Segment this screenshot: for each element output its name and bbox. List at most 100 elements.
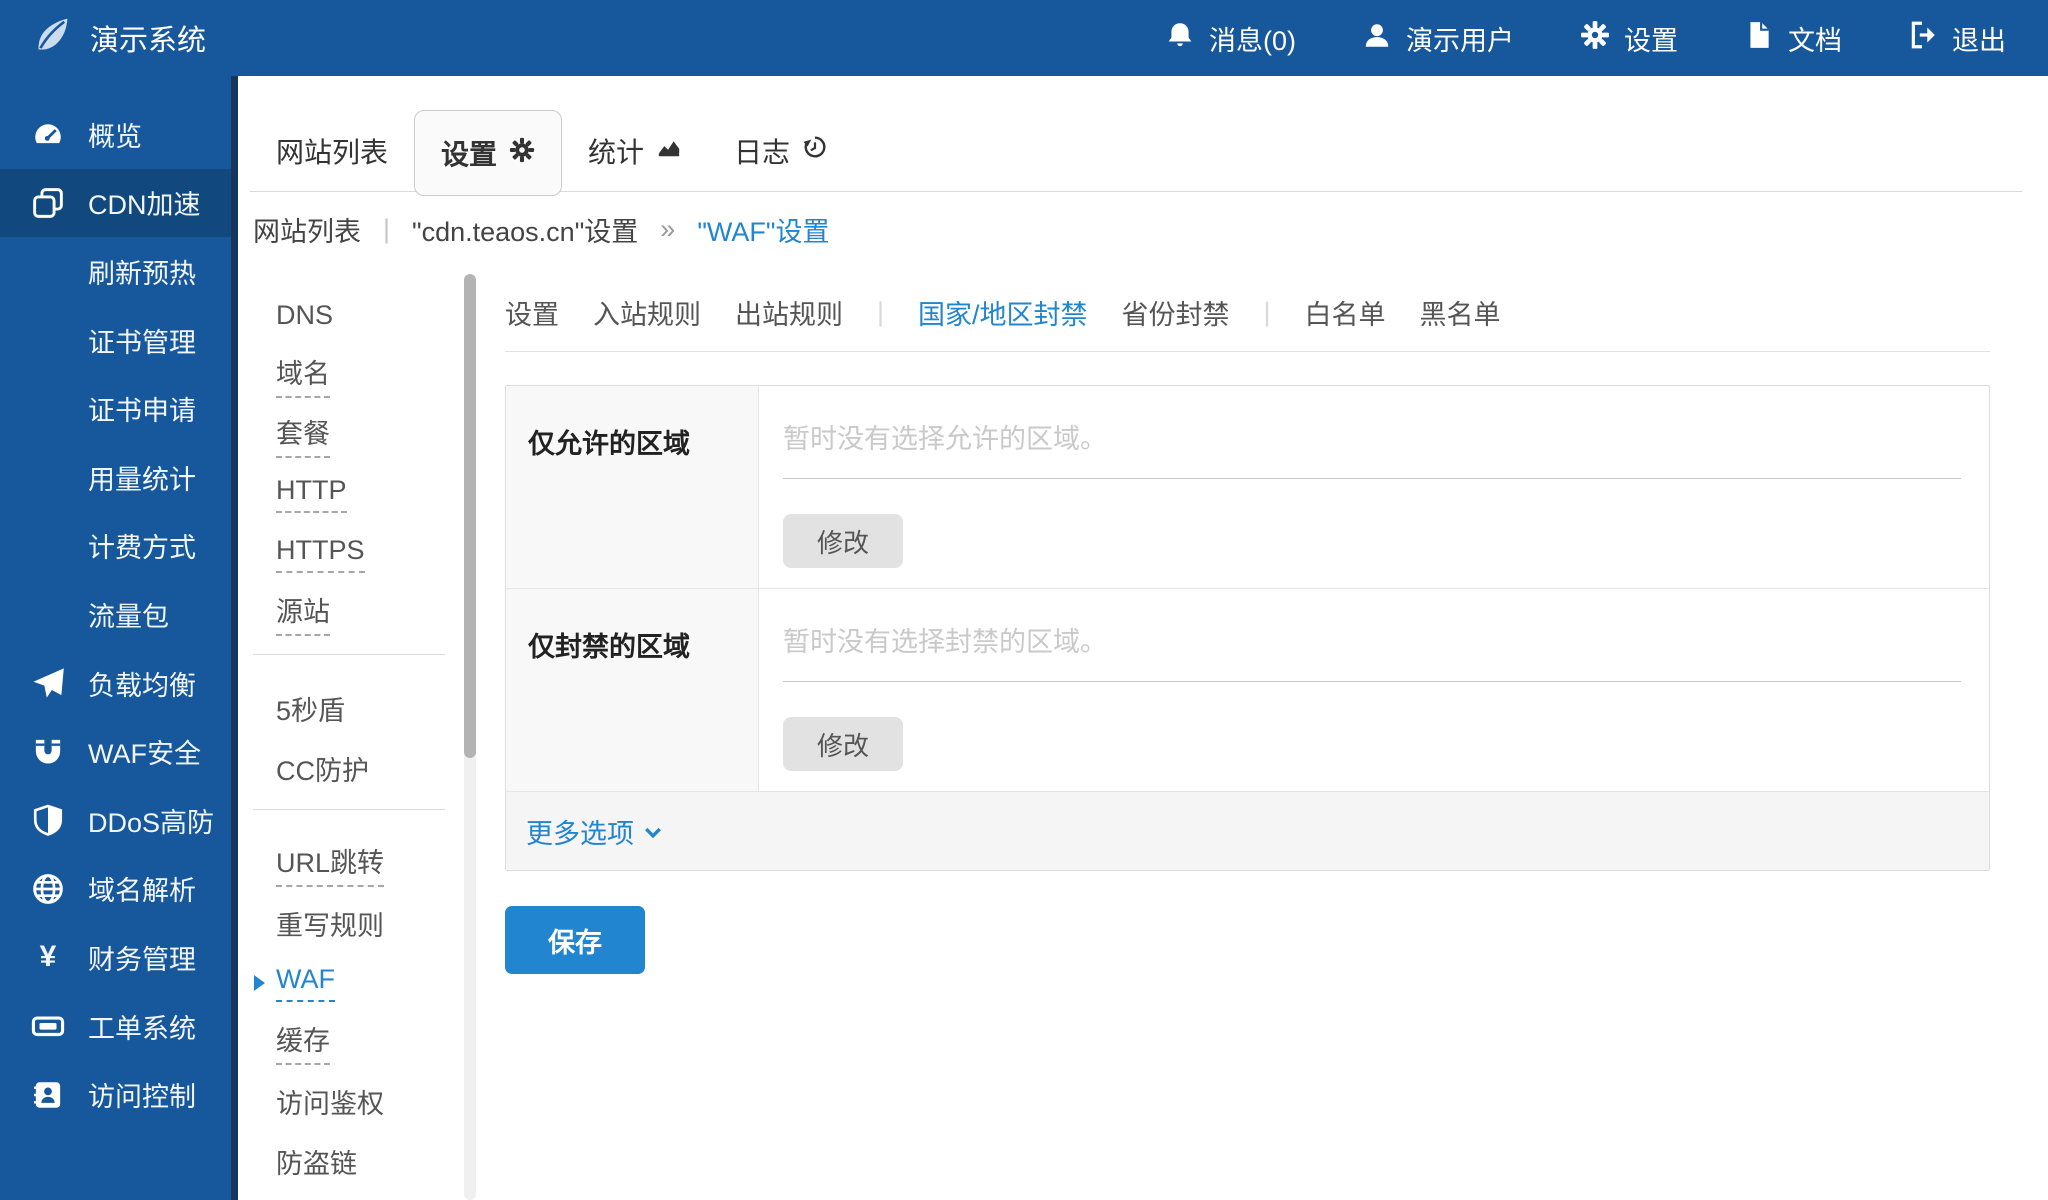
sidebar-item-cert-apply[interactable]: 证书申请 (0, 374, 231, 443)
topnav-settings-label: 设置 (1624, 19, 1678, 58)
sidebar-item-refresh-preheat[interactable]: 刷新预热 (0, 237, 231, 306)
modify-blocked-button[interactable]: 修改 (783, 717, 903, 771)
subnav-item-url-redirect[interactable]: URL跳转 (238, 834, 464, 894)
active-marker-icon (254, 975, 265, 991)
topnav-settings[interactable]: 设置 (1580, 19, 1678, 58)
sidebar-item-label: CDN加速 (88, 183, 201, 222)
subnav-item-cache[interactable]: 缓存 (238, 1013, 464, 1073)
subnav-item-rewrite[interactable]: 重写规则 (238, 894, 464, 954)
subnav-item-plan[interactable]: 套餐 (238, 405, 464, 465)
subnav-scrollbar-thumb[interactable] (464, 274, 476, 758)
gauge-icon (30, 117, 66, 151)
topnav-messages-label: 消息(0) (1209, 19, 1296, 58)
settings-subnav: DNS 域名 套餐 HTTP HTTPS 源站 5秒盾 CC防护 URL跳转 重… (238, 286, 464, 1191)
sidebar-item-access-control[interactable]: 访问控制 (0, 1060, 231, 1129)
tab-logs[interactable]: 日志 (708, 110, 854, 191)
chevron-down-icon (644, 816, 662, 847)
bell-icon (1165, 20, 1195, 57)
tab-settings[interactable]: 设置 (414, 110, 562, 196)
sidebar-item-finance[interactable]: ¥ 财务管理 (0, 923, 231, 992)
breadcrumb-separator-chevron: » (660, 214, 675, 245)
waf-tab-blacklist[interactable]: 黑名单 (1420, 293, 1501, 332)
waf-tab-inbound[interactable]: 入站规则 (593, 293, 701, 332)
sidebar: 概览 CDN加速 刷新预热 证书管理 证书申请 用量统计 计费方式 流量包 负载… (0, 76, 238, 1200)
topnav-user[interactable]: 演示用户 (1362, 19, 1514, 58)
waf-tab-outbound[interactable]: 出站规则 (735, 293, 843, 332)
sidebar-item-cert-manage[interactable]: 证书管理 (0, 306, 231, 375)
sidebar-item-usage-stats[interactable]: 用量统计 (0, 443, 231, 512)
subnav-item-https[interactable]: HTTPS (238, 524, 464, 584)
waf-tab-separator: | (1264, 297, 1271, 328)
tab-stats[interactable]: 统计 (562, 110, 708, 191)
form-footer: 更多选项 (506, 792, 1989, 870)
breadcrumb-current[interactable]: "WAF"设置 (697, 210, 829, 249)
sidebar-item-waf-security[interactable]: WAF安全 (0, 717, 231, 786)
breadcrumb-site-settings[interactable]: "cdn.teaos.cn"设置 (412, 210, 638, 249)
breadcrumb: 网站列表 | "cdn.teaos.cn"设置 » "WAF"设置 (253, 200, 829, 258)
more-options-toggle[interactable]: 更多选项 (526, 812, 662, 851)
modify-allowed-button[interactable]: 修改 (783, 514, 903, 568)
brand-title: 演示系统 (90, 17, 206, 59)
subnav-scrollbar-track (464, 274, 476, 1200)
app-root: 演示系统 消息(0) 演示用户 设置 (0, 0, 2048, 1200)
gear-icon (509, 137, 535, 170)
gear-icon (1580, 20, 1610, 57)
sidebar-item-traffic-pack[interactable]: 流量包 (0, 580, 231, 649)
topnav-user-label: 演示用户 (1406, 19, 1514, 58)
id-card-icon (30, 1078, 66, 1112)
document-icon (1744, 20, 1774, 57)
area-chart-icon (656, 134, 682, 167)
topnav-docs-label: 文档 (1788, 19, 1842, 58)
waf-panel: 设置 入站规则 出站规则 | 国家/地区封禁 省份封禁 | 白名单 黑名单 仅允… (505, 274, 1990, 974)
breadcrumb-site-list[interactable]: 网站列表 (253, 210, 361, 249)
logout-icon (1908, 20, 1938, 57)
brand-logo[interactable]: 演示系统 (34, 16, 206, 60)
field-underline (783, 478, 1961, 479)
topnav-docs[interactable]: 文档 (1744, 19, 1842, 58)
subnav-item-http[interactable]: HTTP (238, 465, 464, 525)
site-tabs: 网站列表 设置 统计 日志 (250, 110, 2022, 192)
subnav-item-auth[interactable]: 访问鉴权 (238, 1072, 464, 1132)
waf-tab-settings[interactable]: 设置 (505, 293, 559, 332)
breadcrumb-separator: | (383, 214, 390, 245)
subnav-item-dns[interactable]: DNS (238, 286, 464, 346)
blocked-regions-row: 仅封禁的区域 暂时没有选择封禁的区域。 修改 (506, 589, 1989, 792)
blocked-regions-label: 仅封禁的区域 (506, 589, 759, 791)
top-bar: 演示系统 消息(0) 演示用户 设置 (0, 0, 2048, 76)
save-button[interactable]: 保存 (505, 906, 645, 974)
sidebar-item-billing[interactable]: 计费方式 (0, 512, 231, 581)
subnav-item-cc-protect[interactable]: CC防护 (238, 739, 464, 799)
sidebar-item-ddos[interactable]: DDoS高防 (0, 786, 231, 855)
allowed-regions-row: 仅允许的区域 暂时没有选择允许的区域。 修改 (506, 386, 1989, 589)
user-icon (1362, 20, 1392, 57)
blocked-regions-placeholder: 暂时没有选择封禁的区域。 (783, 625, 1961, 659)
copy-icon (30, 186, 66, 220)
topnav-logout-label: 退出 (1952, 19, 2006, 58)
sidebar-item-cdn[interactable]: CDN加速 (0, 169, 231, 238)
subnav-item-hotlink[interactable]: 防盗链 (238, 1132, 464, 1192)
topnav-logout[interactable]: 退出 (1908, 19, 2006, 58)
allowed-regions-label: 仅允许的区域 (506, 386, 759, 588)
sidebar-item-tickets[interactable]: 工单系统 (0, 992, 231, 1061)
region-block-form: 仅允许的区域 暂时没有选择允许的区域。 修改 仅封禁的区域 暂时没有选择封禁的区… (505, 385, 1990, 871)
tab-site-list[interactable]: 网站列表 (250, 110, 414, 191)
sidebar-item-overview[interactable]: 概览 (0, 100, 231, 169)
top-nav: 消息(0) 演示用户 设置 文档 (1099, 19, 2006, 58)
sidebar-item-dns-resolve[interactable]: 域名解析 (0, 855, 231, 924)
subnav-divider (253, 654, 445, 655)
subnav-item-domain[interactable]: 域名 (238, 346, 464, 406)
waf-tab-province-block[interactable]: 省份封禁 (1122, 293, 1230, 332)
subnav-item-5s-shield[interactable]: 5秒盾 (238, 679, 464, 739)
waf-tab-country-block[interactable]: 国家/地区封禁 (918, 293, 1088, 332)
waf-tab-whitelist[interactable]: 白名单 (1305, 293, 1386, 332)
topnav-messages[interactable]: 消息(0) (1165, 19, 1296, 58)
subnav-item-waf[interactable]: WAF (238, 953, 464, 1013)
shield-icon (30, 803, 66, 837)
allowed-regions-placeholder: 暂时没有选择允许的区域。 (783, 422, 1961, 456)
history-icon (802, 134, 828, 167)
paper-plane-icon (30, 666, 66, 700)
waf-tab-bar: 设置 入站规则 出站规则 | 国家/地区封禁 省份封禁 | 白名单 黑名单 (505, 274, 1990, 352)
subnav-item-origin[interactable]: 源站 (238, 584, 464, 644)
field-underline (783, 681, 1961, 682)
sidebar-item-load-balance[interactable]: 负载均衡 (0, 649, 231, 718)
